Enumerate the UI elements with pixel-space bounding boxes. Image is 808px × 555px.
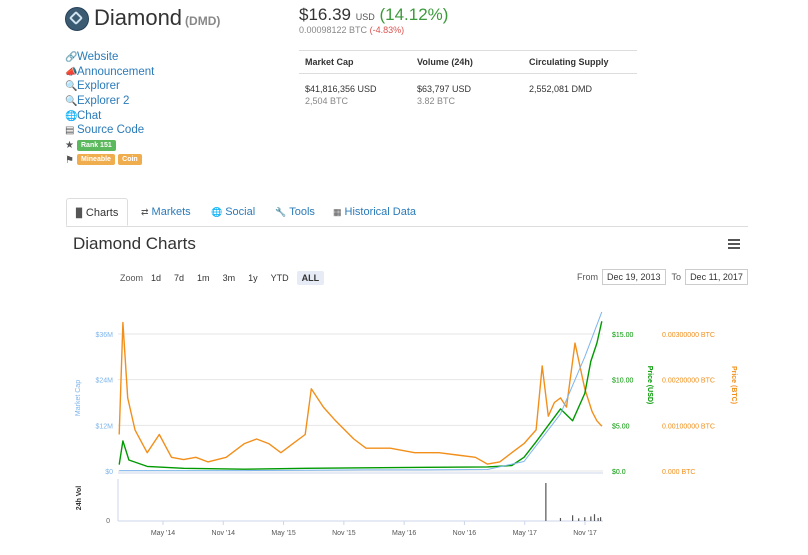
y-axis-title-price-usd: Price (USD) <box>646 366 653 405</box>
volume-bar <box>599 517 602 521</box>
x-tick-label: Nov '14 <box>212 530 236 537</box>
x-tick-label: May '16 <box>392 530 416 537</box>
volume-bar <box>545 483 547 521</box>
x-tick-label: May '15 <box>271 530 295 537</box>
volume-bar <box>559 517 562 521</box>
x-tick-label: Nov '16 <box>453 530 477 537</box>
y-tick-market-cap: $12M <box>95 423 113 430</box>
y-tick-price-btc: 0.00200000 BTC <box>662 378 715 385</box>
y-tick-price-btc: 0.00300000 BTC <box>662 332 715 339</box>
y-tick-volume: 0 <box>106 518 110 525</box>
y-axis-title-volume: 24h Vol <box>76 486 83 510</box>
y-tick-price-btc: 0.00100000 BTC <box>662 423 715 430</box>
volume-bar <box>597 517 599 521</box>
y-tick-price-usd: $5.00 <box>612 423 630 430</box>
y-tick-price-usd: $15.00 <box>612 332 634 339</box>
series-line-price-usd <box>118 321 603 470</box>
volume-bar <box>572 515 574 521</box>
y-tick-market-cap: $36M <box>95 332 113 339</box>
volume-bar <box>578 518 580 521</box>
y-axis-title-price-btc: Price (BTC) <box>730 366 737 404</box>
volume-bar <box>593 514 596 521</box>
x-tick-label: May '17 <box>513 530 537 537</box>
x-tick-label: Nov '17 <box>573 530 597 537</box>
y-tick-price-usd: $10.00 <box>612 378 634 385</box>
x-tick-label: May '14 <box>151 530 175 537</box>
y-tick-market-cap: $24M <box>95 378 113 385</box>
y-tick-market-cap: $0 <box>105 469 113 476</box>
volume-bar <box>584 517 586 521</box>
price-chart: $0 $12M $24M $36M $0.0 $5.00 $10.00 $15.00 0.000… <box>75 311 737 537</box>
y-tick-price-usd: $0.0 <box>612 469 626 476</box>
y-axis-title-market-cap: Market Cap <box>75 380 82 416</box>
volume-bar <box>590 516 592 521</box>
x-tick-label: Nov '15 <box>332 530 356 537</box>
series-line-market-cap <box>119 311 603 472</box>
y-tick-price-btc: 0.000 BTC <box>662 469 695 476</box>
series-line-price-btc <box>118 321 603 465</box>
